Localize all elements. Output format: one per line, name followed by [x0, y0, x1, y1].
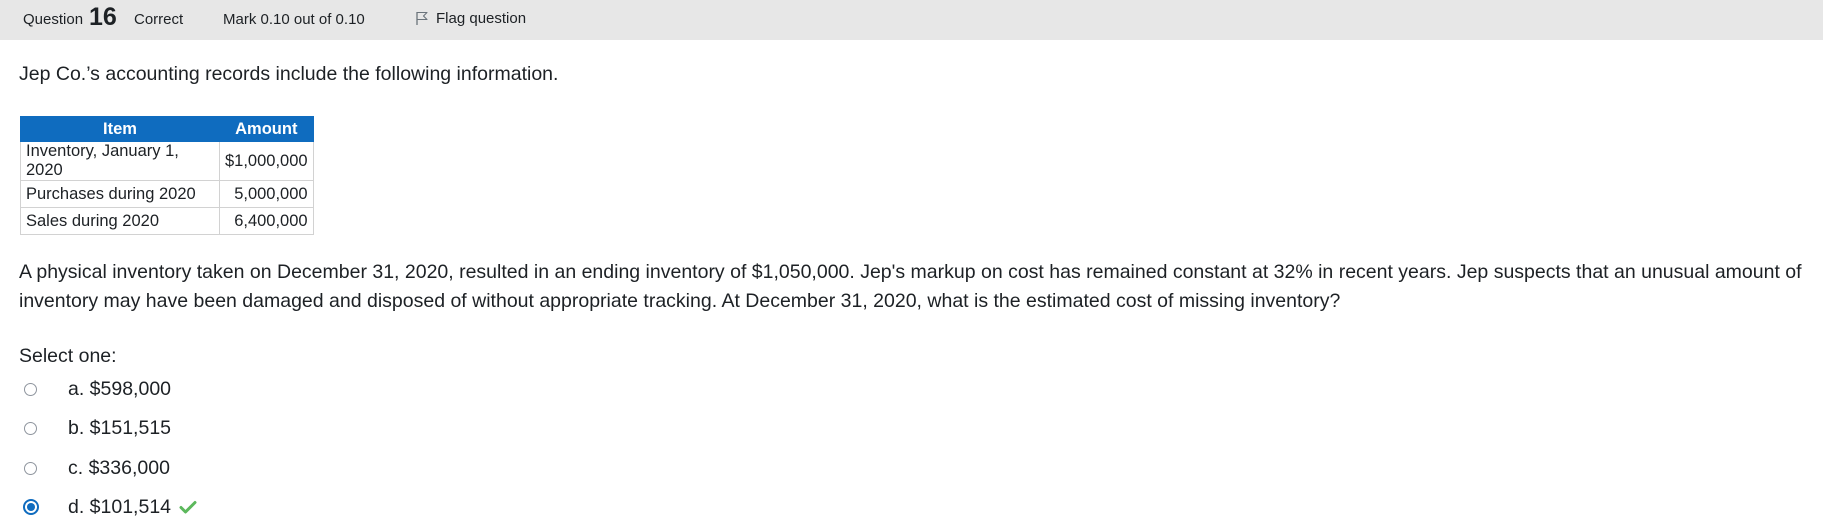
table-cell-item: Sales during 2020 — [20, 207, 220, 235]
column-header-amount: Amount — [219, 116, 314, 142]
answer-label-a: a. $598,000 — [68, 377, 172, 400]
flag-question-button[interactable]: Flag question — [415, 10, 526, 27]
table-cell-amount: $1,000,000 — [219, 141, 314, 181]
question-intro: Jep Co.’s accounting records include the… — [19, 63, 559, 85]
question-label: Question — [23, 11, 84, 28]
question-body: A physical inventory taken on December 3… — [19, 261, 1802, 312]
answer-label-b: b. $151,515 — [68, 416, 172, 439]
table-cell-amount: 5,000,000 — [219, 180, 314, 208]
table-row: Purchases during 2020 5,000,000 — [20, 180, 314, 208]
table-cell-item: Purchases during 2020 — [20, 180, 220, 208]
flag-icon — [416, 11, 428, 25]
radio-button-d[interactable] — [23, 499, 39, 515]
question-grade: Mark 0.10 out of 0.10 — [223, 11, 365, 28]
question-number: 16 — [89, 3, 117, 31]
accounting-records-table: Item Amount Inventory, January 1, 2020 $… — [20, 116, 314, 235]
table-row: Sales during 2020 6,400,000 — [20, 207, 314, 235]
question-info-bar: Question 16 Correct Mark 0.10 out of 0.1… — [0, 0, 1823, 40]
column-header-item: Item — [20, 116, 220, 142]
answer-option-a[interactable]: a. $598,000 — [24, 374, 324, 404]
check-icon — [179, 501, 197, 514]
answer-option-c[interactable]: c. $336,000 — [24, 453, 324, 483]
table-header-row: Item Amount — [20, 116, 314, 142]
answer-option-b[interactable]: b. $151,515 — [24, 413, 324, 443]
radio-button-c[interactable] — [24, 461, 37, 475]
select-one-prompt: Select one: — [19, 345, 117, 367]
answer-label-d: d. $101,514 — [68, 495, 172, 518]
question-state: Correct — [134, 11, 184, 28]
table-cell-amount: 6,400,000 — [219, 207, 314, 235]
radio-button-a[interactable] — [24, 382, 37, 396]
table-row: Inventory, January 1, 2020 $1,000,000 — [20, 141, 314, 181]
table-cell-item: Inventory, January 1, 2020 — [20, 141, 220, 181]
answer-option-d[interactable]: d. $101,514 — [23, 492, 324, 522]
radio-button-b[interactable] — [24, 421, 37, 435]
answer-label-c: c. $336,000 — [68, 456, 170, 479]
flag-question-label: Flag question — [436, 10, 527, 27]
